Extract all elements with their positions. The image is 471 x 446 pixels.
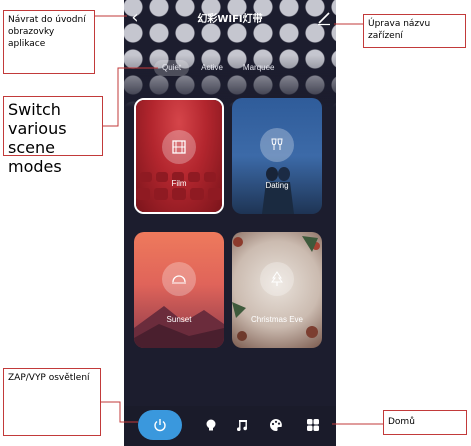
nav-palette-button[interactable] (267, 416, 285, 434)
scene-label-sunset: Sunset (166, 315, 192, 324)
scene-card-christmas-eve[interactable]: Christmas Eve (232, 232, 322, 348)
dating-icon-circle (260, 128, 294, 162)
tab-quiet[interactable]: Quiet (154, 60, 190, 76)
callout-home-description: Domů (383, 410, 467, 435)
nav-home-button[interactable] (304, 416, 322, 434)
app-screen: ‹ 幻彩WIFI灯带 Quiet Active Marquee Film Dat… (124, 0, 336, 446)
mode-tabs: Quiet Active Marquee (154, 60, 283, 76)
palette-icon (270, 419, 282, 431)
top-bar: ‹ 幻彩WIFI灯带 (124, 6, 336, 32)
bottom-navigation (124, 406, 336, 446)
scene-label-film: Film (171, 179, 187, 188)
nav-bulb-button[interactable] (202, 416, 220, 434)
callout-edit-description: Úprava názvu zařízení (363, 14, 466, 48)
grid-icon (307, 419, 319, 431)
sunset-icon-circle (162, 262, 196, 296)
bulb-icon (206, 419, 216, 431)
scene-label-dating: Dating (265, 181, 289, 190)
app-title: 幻彩WIFI灯带 (197, 14, 263, 25)
sunset-icon (172, 275, 186, 284)
christmas-tree-icon (271, 271, 283, 286)
christmas-icon-circle (260, 262, 294, 296)
chevron-left-icon: ‹ (131, 7, 139, 28)
film-icon-circle (162, 130, 196, 164)
scene-card-dating[interactable]: Dating (232, 98, 322, 214)
power-toggle-button[interactable] (138, 410, 182, 440)
tab-active[interactable]: Active (193, 60, 231, 76)
scene-label-christmas-eve: Christmas Eve (250, 315, 303, 324)
callout-power-description: ZAP/VYP osvětlení (3, 368, 101, 436)
power-icon (154, 419, 166, 432)
wine-glasses-icon (271, 138, 283, 150)
scene-card-sunset[interactable]: Sunset (134, 232, 224, 348)
film-icon (172, 140, 186, 154)
back-button[interactable]: ‹ (126, 8, 144, 28)
scene-card-film[interactable]: Film (134, 98, 224, 214)
callout-back-description: Návrat do úvodní obrazovky aplikace (3, 10, 95, 74)
edit-name-button[interactable] (316, 10, 332, 26)
tab-marquee[interactable]: Marquee (235, 60, 283, 76)
nav-music-button[interactable] (234, 416, 252, 434)
music-icon (237, 420, 247, 431)
pencil-icon (318, 12, 330, 26)
callout-switch-description: Switch various scene modes (3, 96, 103, 176)
